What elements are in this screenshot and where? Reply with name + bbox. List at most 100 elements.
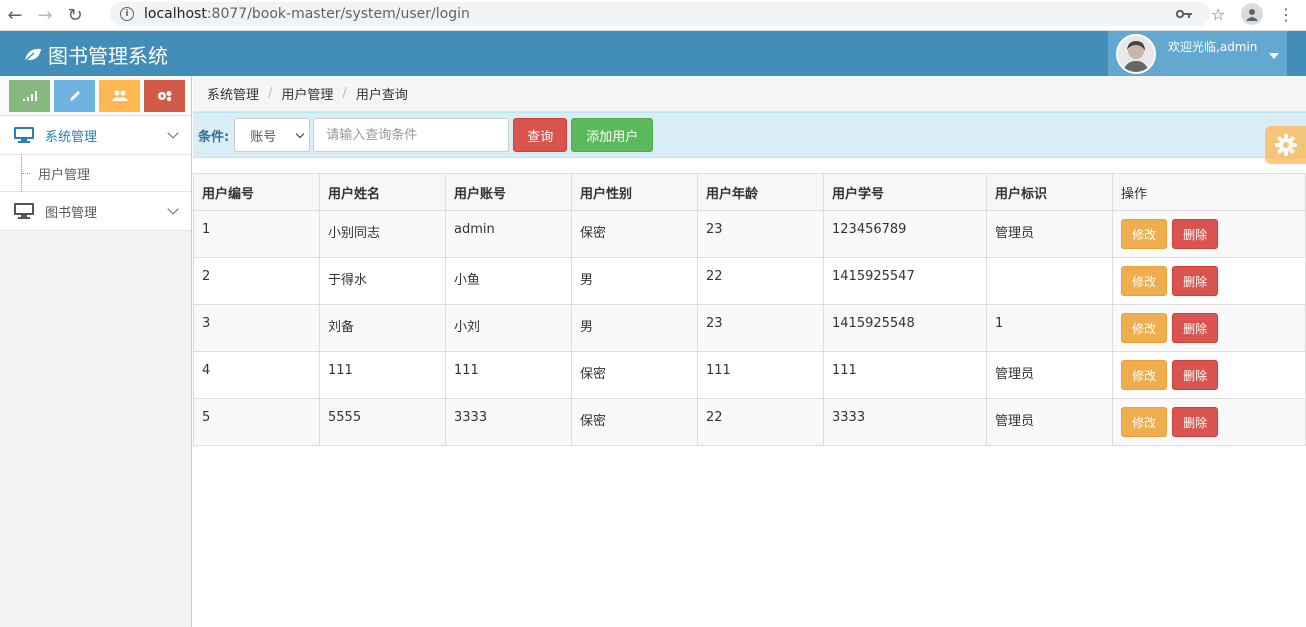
- shortcut-cogs-button[interactable]: [144, 79, 185, 112]
- table-cell: 5: [193, 398, 320, 446]
- avatar: [1116, 33, 1156, 74]
- table-cell: 23: [697, 210, 824, 258]
- table-row: 2 于得水 小鱼男 22 1415925547 修改 删除: [193, 257, 1306, 305]
- edit-button[interactable]: 修改: [1121, 360, 1167, 390]
- delete-button[interactable]: 删除: [1172, 219, 1219, 249]
- table-cell: 123456789: [823, 210, 987, 258]
- monitor-icon: [14, 203, 34, 219]
- table-cell: 保密: [571, 351, 698, 399]
- delete-button[interactable]: 删除: [1172, 407, 1219, 437]
- chevron-down-icon: [295, 129, 305, 139]
- breadcrumb-item[interactable]: 系统管理: [207, 84, 259, 103]
- delete-button[interactable]: 删除: [1172, 266, 1219, 296]
- breadcrumb-current: 用户查询: [355, 88, 408, 103]
- edit-button[interactable]: 修改: [1121, 266, 1167, 296]
- add-user-button[interactable]: 添加用户: [571, 118, 654, 152]
- welcome-text: 欢迎光临,admin: [1168, 40, 1258, 54]
- key-icon[interactable]: [1172, 2, 1196, 26]
- search-input[interactable]: [313, 118, 510, 152]
- shortcut-pencil-button[interactable]: [54, 79, 95, 112]
- table-cell: 刘备: [319, 304, 446, 352]
- table-cell: 111: [445, 351, 572, 399]
- breadcrumb-item[interactable]: 用户管理: [281, 84, 333, 103]
- sidebar-item-books[interactable]: 图书管理: [0, 192, 191, 231]
- table-cell: 22: [697, 398, 824, 446]
- sidebar-subitem-user-management[interactable]: 用户管理: [0, 155, 191, 192]
- table-row: 1 小别同志 admin 保密 23 123456789 管理员 修改 删除: [193, 210, 1306, 258]
- table-cell: 保密: [571, 210, 698, 258]
- star-icon[interactable]: ☆: [1206, 2, 1230, 26]
- table-cell: 4: [193, 351, 320, 399]
- table-cell: 保密: [571, 398, 698, 446]
- column-header: 用户标识: [986, 173, 1113, 211]
- brand[interactable]: 图书管理系统: [24, 40, 168, 69]
- table-cell: 小刘: [445, 304, 572, 352]
- edit-button[interactable]: 修改: [1121, 313, 1167, 343]
- pencil-icon: [69, 90, 80, 101]
- table-cell: 111: [823, 351, 987, 399]
- search-button[interactable]: 查询: [513, 118, 568, 152]
- table-cell: 5555: [319, 398, 446, 446]
- profile-icon[interactable]: [1240, 2, 1264, 26]
- table-cell: 2: [193, 257, 320, 305]
- edit-button[interactable]: 修改: [1121, 219, 1167, 249]
- breadcrumb-separator: /: [342, 86, 347, 101]
- sidebar-item-label: 系统管理: [45, 129, 98, 145]
- delete-button[interactable]: 删除: [1172, 360, 1219, 390]
- table-cell: 男: [571, 304, 698, 352]
- filter-field-select[interactable]: 账号: [234, 118, 311, 152]
- breadcrumb: 系统管理 / 用户管理 / 用户查询: [193, 76, 1306, 112]
- info-icon[interactable]: i: [120, 7, 134, 21]
- table-actions-cell: 修改 删除: [1112, 304, 1306, 352]
- table-cell: 111: [319, 351, 446, 399]
- cogs-icon: [157, 90, 171, 101]
- table-cell: 23: [697, 304, 824, 352]
- reload-icon[interactable]: ↻: [60, 3, 90, 27]
- url-host: localhost: [144, 6, 207, 22]
- user-menu[interactable]: 欢迎光临,admin: [1108, 31, 1287, 76]
- users-icon: [111, 90, 128, 101]
- browser-toolbar: ← → ↻ i localhost:8077/book-master/syste…: [0, 0, 1306, 31]
- gear-icon: [1274, 134, 1297, 156]
- table-cell: 小别同志: [319, 210, 446, 258]
- sidebar-item-system[interactable]: 系统管理: [0, 116, 191, 155]
- table-cell: 111: [697, 351, 824, 399]
- table-row: 3 刘备 小刘男 23 1415925548 1 修改 删除: [193, 304, 1306, 352]
- table-cell: 小鱼: [445, 257, 572, 305]
- table-row: 5 5555 3333 保密 22 3333 管理员 修改 删除: [193, 398, 1306, 446]
- sidebar-item-label: 图书管理: [45, 205, 98, 221]
- table-cell: 于得水: [319, 257, 446, 305]
- edit-button[interactable]: 修改: [1121, 407, 1167, 437]
- table-actions-cell: 修改 删除: [1112, 210, 1306, 258]
- forward-icon[interactable]: →: [30, 3, 60, 27]
- sidebar-shortcuts: [0, 76, 191, 116]
- menu-dots-icon[interactable]: ⋮: [1274, 2, 1298, 26]
- delete-button[interactable]: 删除: [1172, 313, 1219, 343]
- table-cell: [986, 257, 1113, 305]
- column-header: 用户学号: [823, 173, 987, 211]
- table-row: 4 111 111 保密 111 111 管理员 修改 删除: [193, 351, 1306, 399]
- table-cell: admin: [445, 210, 572, 258]
- table-actions-cell: 修改 删除: [1112, 351, 1306, 399]
- column-header: 操作: [1112, 173, 1306, 211]
- table-cell: 1415925548: [823, 304, 987, 352]
- url-path: :8077/book-master/system/user/login: [206, 6, 470, 22]
- monitor-icon: [14, 127, 34, 143]
- table-cell: 1: [193, 210, 320, 258]
- sidebar: 系统管理 用户管理 图书管理: [0, 76, 192, 627]
- shortcut-users-button[interactable]: [99, 79, 140, 112]
- column-header: 用户年龄: [697, 173, 824, 211]
- shortcut-signal-button[interactable]: [9, 79, 50, 112]
- settings-gear-button[interactable]: [1265, 126, 1306, 164]
- caret-down-icon: [1269, 52, 1280, 59]
- address-bar[interactable]: i localhost:8077/book-master/system/user…: [110, 2, 1210, 26]
- back-icon[interactable]: ←: [0, 3, 30, 27]
- breadcrumb-separator: /: [268, 86, 273, 101]
- table-actions-cell: 修改 删除: [1112, 398, 1306, 446]
- table-actions-cell: 修改 删除: [1112, 257, 1306, 305]
- column-header: 用户性别: [571, 173, 698, 211]
- signal-icon: [22, 90, 37, 101]
- table-cell: 管理员: [986, 351, 1113, 399]
- column-header: 用户账号: [445, 173, 572, 211]
- filter-label: 条件:: [198, 129, 230, 145]
